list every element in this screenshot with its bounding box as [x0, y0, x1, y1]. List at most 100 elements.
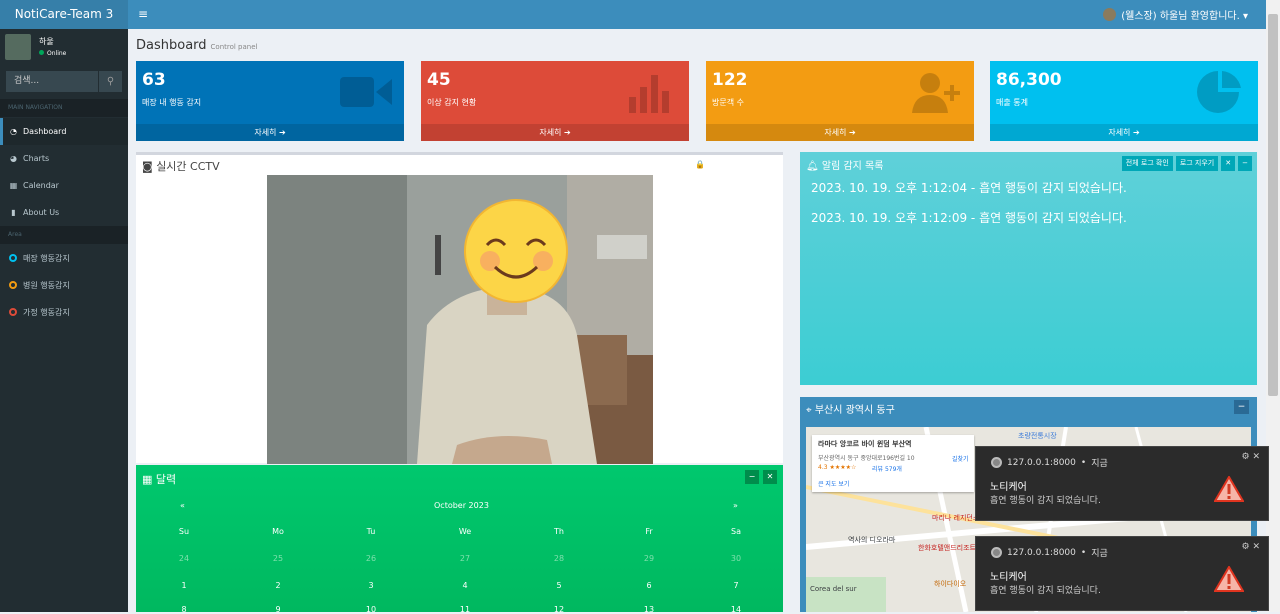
map-label: 역사의 디오라마	[848, 536, 896, 544]
calendar-day[interactable]: 10	[351, 605, 391, 614]
page-subtitle: Control panel	[210, 43, 258, 51]
calendar-day[interactable]: 8	[164, 605, 204, 614]
user-greeting: (웰스장) 하울님 환영합니다. ▾	[1121, 11, 1248, 22]
place-reviews-link[interactable]: 리뷰 579개	[872, 464, 902, 473]
sidebar-search: 검색... ⚲	[6, 71, 122, 92]
calendar-day[interactable]: 4	[445, 581, 485, 590]
cctv-header: ◙ 실시간 CCTV	[142, 158, 220, 174]
settings-gear-icon[interactable]: ⚙	[1242, 452, 1250, 462]
calendar-day[interactable]: 12	[539, 605, 579, 614]
calendar-day[interactable]: 5	[539, 581, 579, 590]
calendar-day[interactable]: 1	[164, 581, 204, 590]
user-panel: 하울 Online	[5, 34, 125, 60]
sidebar-item-home-detection[interactable]: 가정 행동감지	[0, 299, 128, 326]
menu-toggle-icon[interactable]: ≡	[138, 7, 148, 21]
alert-detection-panel: 🔔︎ 알림 감지 목록 전체 로그 확인 로그 지우기 ✕ − 2023. 10…	[800, 152, 1257, 385]
close-icon[interactable]: ✕	[1252, 542, 1260, 552]
next-month-button[interactable]: »	[733, 501, 738, 510]
stat-value: 122	[712, 70, 748, 90]
sidebar-item-calendar[interactable]: ▦ Calendar	[0, 172, 128, 199]
sidebar-item-hospital-detection[interactable]: 병원 행동감지	[0, 272, 128, 299]
calendar-day[interactable]: 2	[258, 581, 298, 590]
calendar-day[interactable]: 30	[716, 554, 756, 563]
scrollbar-thumb[interactable]	[1268, 14, 1278, 396]
sidebar-item-charts[interactable]: ◕ Charts	[0, 145, 128, 172]
weekday-label: We	[458, 527, 472, 536]
camera-icon: ◙	[142, 160, 153, 173]
sidebar-item-label: 가정 행동감지	[23, 308, 70, 317]
notification-body: 흡연 행동이 감지 되었습니다.	[990, 496, 1101, 506]
more-info-link[interactable]: 자세히 ➔	[421, 124, 689, 141]
sidebar-item-dashboard[interactable]: ◔ Dashboard	[0, 118, 128, 145]
notification-controls: ⚙ ✕	[1242, 452, 1261, 462]
mute-bell-icon[interactable]: ✕	[1221, 156, 1236, 171]
lock-icon[interactable]: 🔒	[695, 160, 705, 169]
view-all-logs-button[interactable]: 전체 로그 확인	[1121, 156, 1173, 171]
sidebar-item-label: Charts	[23, 154, 50, 163]
calendar-day[interactable]: 27	[445, 554, 485, 563]
desktop-notification[interactable]: 127.0.0.1:8000 • 지금 ⚙ ✕ 노티케어 흡연 행동이 감지 되었습…	[975, 536, 1269, 611]
notification-body: 흡연 행동이 감지 되었습니다.	[990, 586, 1101, 596]
calendar-day[interactable]: 29	[629, 554, 669, 563]
user-menu[interactable]: (웰스장) 하울님 환영합니다. ▾	[1103, 7, 1248, 22]
close-button[interactable]: ✕	[763, 470, 777, 484]
calendar-day[interactable]: 3	[351, 581, 391, 590]
weekday-label: Th	[554, 527, 564, 536]
alert-tools: 전체 로그 확인 로그 지우기 ✕ −	[1121, 156, 1252, 171]
notification-time: 지금	[1091, 459, 1108, 469]
circle-icon	[9, 254, 17, 262]
calendar-day[interactable]: 11	[445, 605, 485, 614]
circle-icon	[9, 308, 17, 316]
collapse-button[interactable]: −	[1234, 400, 1249, 414]
top-navbar: ≡ (웰스장) 하울님 환영합니다. ▾	[128, 0, 1266, 29]
stat-label: 방문객 수	[712, 98, 744, 107]
settings-gear-icon[interactable]: ⚙	[1242, 542, 1250, 552]
search-button[interactable]: ⚲	[98, 71, 122, 92]
calendar-day[interactable]: 6	[629, 581, 669, 590]
pie-chart-icon	[1197, 71, 1241, 113]
directions-link[interactable]: 길찾기	[952, 454, 969, 463]
map-label: 한화호텔앤드리조트	[918, 544, 976, 552]
month-label[interactable]: October 2023	[434, 501, 489, 510]
bell-icon: 🔔︎	[806, 161, 819, 172]
calendar-day[interactable]: 25	[258, 554, 298, 563]
close-icon[interactable]: ✕	[1252, 452, 1260, 462]
alert-message: 2023. 10. 19. 오후 1:12:09 - 흡연 행동이 감지 되었습…	[811, 211, 1127, 225]
more-info-link[interactable]: 자세히 ➔	[990, 124, 1258, 141]
app-logo[interactable]: NotiCare-Team 3	[0, 0, 128, 29]
desktop-notification[interactable]: 127.0.0.1:8000 • 지금 ⚙ ✕ 노티케어 흡연 행동이 감지 되었습…	[975, 446, 1269, 521]
stat-box-store-detection: 63 매장 내 행동 감지 자세히 ➔	[136, 61, 404, 141]
calendar-day[interactable]: 24	[164, 554, 204, 563]
notification-time: 지금	[1091, 549, 1108, 559]
cctv-video-feed	[267, 175, 653, 464]
prev-month-button[interactable]: «	[180, 501, 185, 510]
collapse-button[interactable]: −	[1238, 156, 1252, 171]
calendar-day[interactable]: 7	[716, 581, 756, 590]
notification-title: 노티케어	[990, 482, 1027, 493]
more-info-link[interactable]: 자세히 ➔	[136, 124, 404, 141]
sidebar-item-store-detection[interactable]: 매장 행동감지	[0, 245, 128, 272]
notification-source: 127.0.0.1:8000 • 지금	[991, 546, 1108, 559]
more-info-link[interactable]: 자세히 ➔	[706, 124, 974, 141]
cctv-title: 실시간 CCTV	[156, 160, 220, 173]
warning-icon	[1214, 476, 1244, 502]
stat-value: 86,300	[996, 70, 1062, 90]
calendar-day[interactable]: 9	[258, 605, 298, 614]
sidebar-item-about-us[interactable]: ▮ About Us	[0, 199, 128, 226]
stat-value: 63	[142, 70, 166, 90]
calendar-title: 달력	[155, 473, 177, 486]
cctv-panel: ◙ 실시간 CCTV 🔒	[136, 152, 783, 464]
search-input[interactable]: 검색...	[6, 71, 98, 92]
clear-logs-button[interactable]: 로그 지우기	[1175, 156, 1219, 171]
calendar-day[interactable]: 14	[716, 605, 756, 614]
user-status-label: Online	[47, 50, 67, 57]
sidebar-item-label: About Us	[23, 208, 60, 217]
notification-title: 노티케어	[990, 572, 1027, 583]
calendar-day[interactable]: 26	[351, 554, 391, 563]
calendar-day[interactable]: 28	[539, 554, 579, 563]
calendar-day[interactable]: 13	[629, 605, 669, 614]
view-larger-map-link[interactable]: 큰 지도 보기	[818, 479, 849, 488]
collapse-button[interactable]: −	[745, 470, 759, 484]
stat-label: 이상 감지 현황	[427, 98, 477, 107]
dashboard-icon: ◔	[10, 127, 17, 136]
